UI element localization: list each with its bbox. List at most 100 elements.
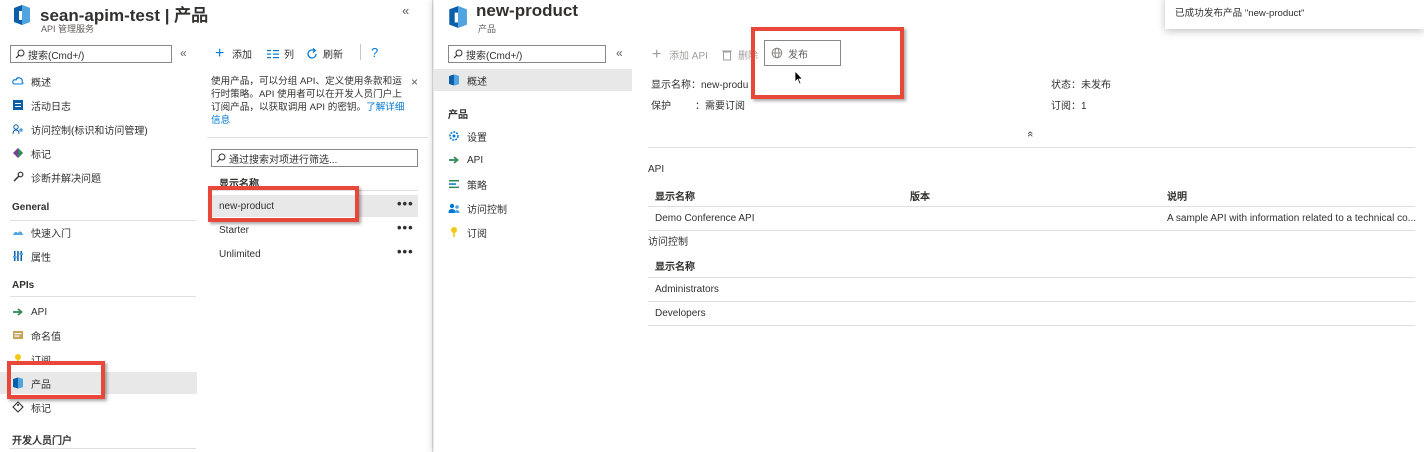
sidebar-item-products[interactable]: 产品 [0,372,197,394]
detail-nav-policies[interactable]: 策略 [434,173,632,195]
columns-icon [267,49,279,58]
notification-text: 已成功发布产品 "new-product" [1175,8,1305,19]
refresh-button[interactable]: 刷新 [306,46,343,61]
trash-icon [722,50,732,60]
properties-icon [13,251,23,261]
tag-icon [13,148,23,158]
sidebar-item-api[interactable]: API [0,301,197,323]
product-icon [447,5,469,32]
product-detail-blade: new-product 产品 搜索(Cmd+/) « 概述 产品 设置 API … [434,0,1424,452]
row-menu-button[interactable]: ••• [397,244,414,259]
settings-icon [449,131,459,141]
collapse-menu-button[interactable]: « [616,46,623,60]
filter-input[interactable]: 通过搜索对项进行筛选... [211,149,418,167]
help-button[interactable]: ? [371,45,378,60]
detail-nav-overview[interactable]: 概述 [434,69,632,91]
named-values-icon [13,331,23,339]
api-section-title: API [648,164,665,175]
section-developer-portal: 开发人员门户 [12,436,72,447]
api-col-description[interactable]: 说明 [1167,188,1187,203]
sidebar-item-quickstart[interactable]: 快速入门 [0,221,197,243]
products-list-blade: + 添加 列 刷新 ? 使用产品，可以分组 API、定义使用条款和运行时策略。A… [197,0,433,452]
divider [648,147,1415,148]
api-icon [13,308,23,316]
key-icon [15,354,21,364]
api-row-description: A sample API with information related to… [1167,213,1417,224]
wrench-icon [13,171,24,182]
detail-nav-settings[interactable]: 设置 [434,125,632,147]
row-menu-button[interactable]: ••• [397,220,414,235]
notification-toast[interactable]: 已成功发布产品 "new-product" [1165,0,1424,29]
sidebar-item-overview[interactable]: 概述 [0,70,197,92]
refresh-icon [307,47,317,59]
divider [10,448,196,449]
people-icon [12,124,23,135]
sidebar-item-tags[interactable]: 标记 [0,142,197,164]
sidebar-item-tags-2[interactable]: 标记 [0,396,197,418]
globe-icon [771,47,783,59]
collapse-essentials-button[interactable]: « [1024,131,1036,137]
table-row[interactable]: Unlimited [211,243,418,265]
table-row[interactable]: new-product [211,195,418,217]
activity-log-icon [13,100,23,110]
search-icon [15,49,25,59]
row-menu-button[interactable]: ••• [397,196,414,211]
toolbar-divider [360,44,361,60]
sidebar-item-activity-log[interactable]: 活动日志 [0,94,197,116]
subscriptions-field: 订阅：1 [1051,101,1087,112]
divider [207,137,428,138]
protection-field: 保护 ：需要订阅 [651,101,745,112]
section-apis: APIs [12,280,35,291]
sidebar-item-diagnose[interactable]: 诊断并解决问题 [0,166,197,188]
divider [648,206,1415,207]
detail-subtitle: 产品 [478,24,497,34]
product-icon [449,74,459,86]
table-row[interactable]: Starter [211,219,418,241]
divider [648,230,1415,231]
access-col-display-name[interactable]: 显示名称 [655,258,695,273]
divider [211,190,418,191]
access-section-title: 访问控制 [648,237,688,248]
sidebar-item-named-values[interactable]: 命名值 [0,324,197,346]
api-col-version[interactable]: 版本 [910,188,930,203]
api-row-name[interactable]: Demo Conference API [655,213,755,224]
detail-nav-subscriptions[interactable]: 订阅 [434,221,632,243]
api-col-display-name[interactable]: 显示名称 [655,188,695,203]
quickstart-icon [13,231,23,235]
add-product-button[interactable]: + 添加 [215,44,252,62]
tag-outline-icon [12,401,24,413]
sidebar-item-access-control[interactable]: 访问控制(标识和访问管理) [0,118,197,140]
apim-service-icon [12,4,32,29]
close-icon[interactable]: × [411,75,418,89]
policy-icon [449,180,459,189]
divider [648,325,1415,326]
people-icon [448,203,460,213]
detail-search-input[interactable]: 搜索(Cmd+/) [448,45,606,63]
access-row[interactable]: Administrators [655,284,719,295]
access-row[interactable]: Developers [655,308,706,319]
section-general: General [12,202,50,213]
divider [10,296,196,297]
state-field: 状态：未发布 [1051,80,1111,91]
collapse-menu-button[interactable]: « [180,46,187,60]
sidebar-item-properties[interactable]: 属性 [0,245,197,267]
column-header-display-name[interactable]: 显示名称 [219,175,259,190]
detail-nav-access-control[interactable]: 访问控制 [434,197,632,219]
api-icon [449,156,459,164]
plus-icon: + [215,44,225,62]
detail-nav-section: 产品 [448,110,468,121]
sidebar-search-input[interactable]: 搜索(Cmd+/) [10,45,172,63]
divider [648,301,1415,302]
service-menu-blade: sean-apim-test | 产品 API 管理服务 « 搜索(Cmd+/)… [0,0,409,452]
columns-button[interactable]: 列 [267,46,294,61]
delete-button[interactable]: 删除 [721,47,758,62]
add-api-button[interactable]: + 添加 API [652,45,708,63]
search-icon [216,153,226,163]
product-icon [13,377,23,389]
detail-nav-api[interactable]: API [434,149,632,171]
plus-icon: + [652,45,662,63]
sidebar-item-subscriptions[interactable]: 订阅 [0,348,197,370]
publish-button[interactable]: 发布 [764,40,841,66]
search-icon [453,49,463,59]
key-icon [451,227,457,237]
